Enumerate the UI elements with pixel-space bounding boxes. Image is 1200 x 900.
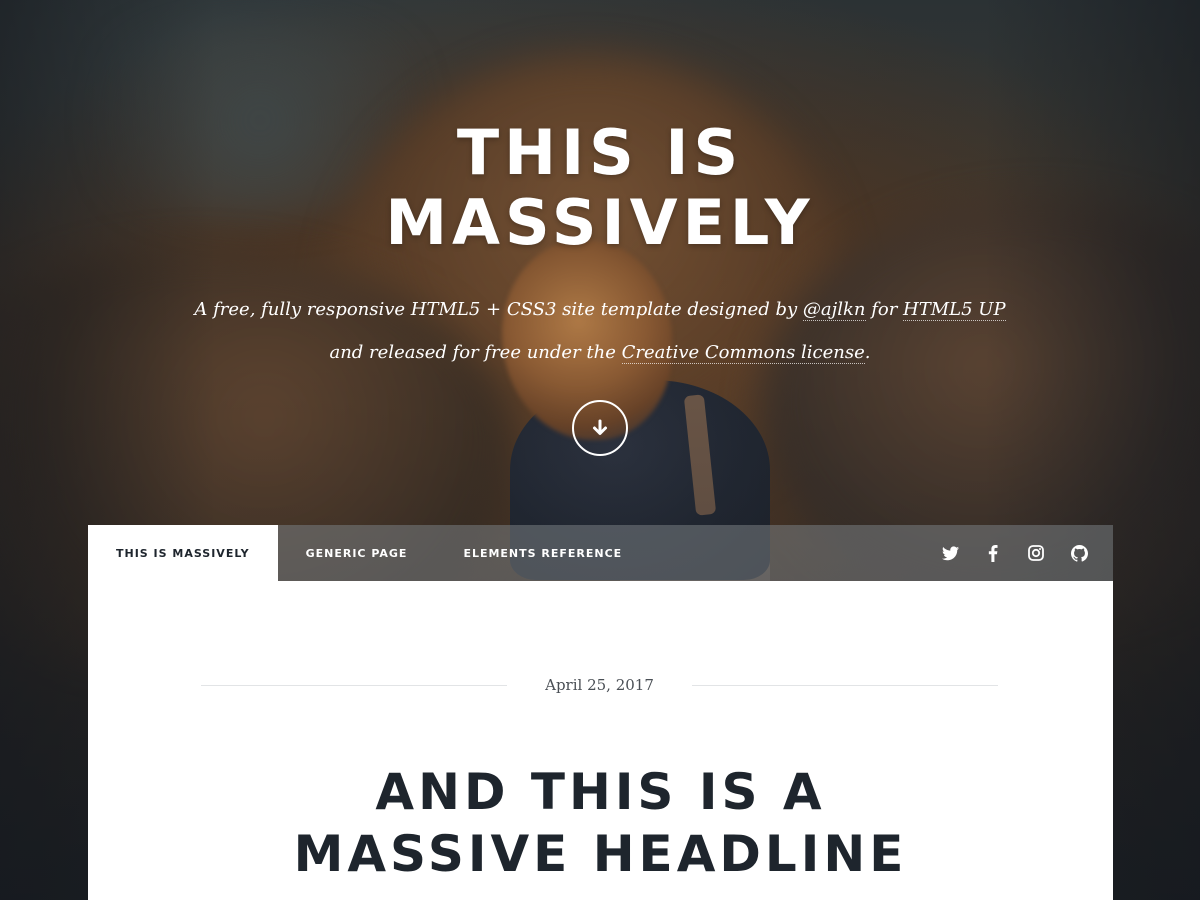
intro-text: A free, fully responsive HTML5 + CSS3 si… — [194, 299, 803, 320]
tab-generic-page[interactable]: GENERIC PAGE — [278, 525, 436, 581]
facebook-icon[interactable] — [983, 543, 1003, 563]
arrow-down-icon — [593, 419, 607, 435]
tab-elements-reference[interactable]: ELEMENTS REFERENCE — [435, 525, 650, 581]
instagram-icon[interactable] — [1026, 543, 1046, 563]
main-panel: April 25, 2017 AND THIS IS A MASSIVE HEA… — [88, 581, 1113, 900]
tab-this-is-massively[interactable]: THIS IS MASSIVELY — [88, 525, 278, 581]
post-date: April 25, 2017 — [545, 676, 654, 694]
intro-text: . — [864, 342, 871, 363]
intro-description: A free, fully responsive HTML5 + CSS3 si… — [0, 288, 1200, 374]
site-title-line2: MASSIVELY — [385, 186, 815, 259]
license-link[interactable]: Creative Commons license — [621, 342, 865, 364]
intro-description-line1: A free, fully responsive HTML5 + CSS3 si… — [0, 288, 1200, 331]
intro-description-line2: and released for free under the Creative… — [0, 331, 1200, 374]
author-link[interactable]: @ajlkn — [802, 299, 866, 321]
post-date-row: April 25, 2017 — [201, 674, 999, 696]
site-title: THIS IS MASSIVELY — [0, 118, 1200, 258]
divider-line — [691, 684, 999, 686]
scroll-down-button[interactable] — [572, 400, 628, 456]
github-icon[interactable] — [1069, 543, 1089, 563]
social-icons — [917, 525, 1113, 581]
post-headline[interactable]: AND THIS IS A MASSIVE HEADLINE — [88, 761, 1113, 885]
site-title-line1: THIS IS — [456, 116, 744, 189]
intro-text: for — [865, 299, 904, 320]
divider-line — [201, 684, 508, 686]
intro-text: and released for free under the — [329, 342, 622, 363]
twitter-icon[interactable] — [940, 543, 960, 563]
intro-section: THIS IS MASSIVELY A free, fully responsi… — [0, 118, 1200, 374]
post-headline-line2: MASSIVE HEADLINE — [293, 825, 908, 883]
html5up-link[interactable]: HTML5 UP — [903, 299, 1006, 321]
main-nav: THIS IS MASSIVELY GENERIC PAGE ELEMENTS … — [88, 525, 1113, 581]
post-headline-line1: AND THIS IS A — [375, 763, 826, 821]
